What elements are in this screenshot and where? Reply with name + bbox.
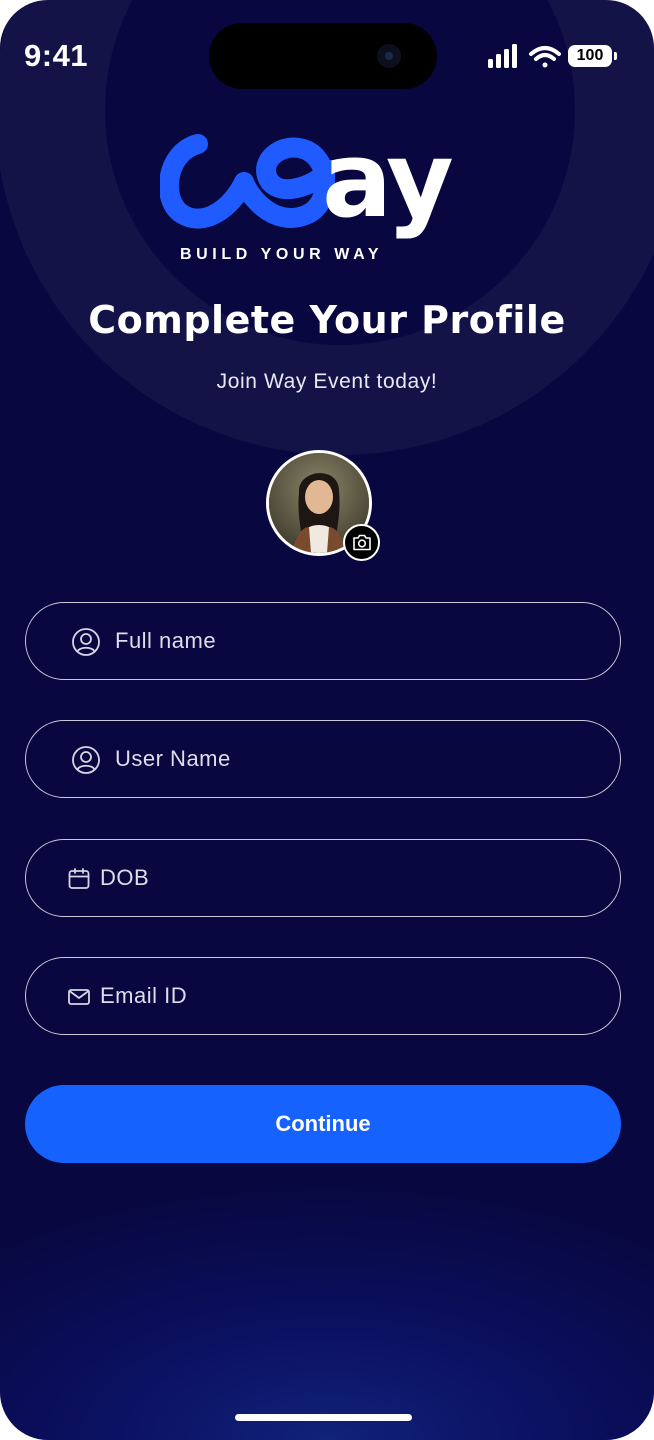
dob-input[interactable] <box>100 840 580 915</box>
front-camera <box>377 44 401 68</box>
full-name-input[interactable] <box>115 603 595 678</box>
continue-button[interactable]: Continue <box>25 1085 621 1163</box>
page-subtitle: Join Way Event today! <box>216 370 438 393</box>
user-name-field[interactable] <box>25 720 621 798</box>
calendar-icon <box>68 868 90 889</box>
battery-tip <box>614 52 617 60</box>
user-name-input[interactable] <box>115 721 595 796</box>
battery-icon: 100 <box>568 45 612 67</box>
user-circle-icon <box>72 746 100 774</box>
dynamic-island <box>209 23 437 89</box>
cellular-signal-icon <box>488 44 517 68</box>
email-input[interactable] <box>100 958 580 1033</box>
logo-wordmark: ay <box>322 119 454 241</box>
email-field[interactable] <box>25 957 621 1035</box>
mail-icon <box>68 989 90 1005</box>
logo-tagline: BUILD YOUR WAY <box>180 246 384 263</box>
camera-icon <box>353 534 371 551</box>
phone-screen: 9:41 100 ay BUILD YOUR WAY Complete Your… <box>0 0 654 1440</box>
wifi-icon <box>529 46 561 68</box>
change-photo-button[interactable] <box>343 524 380 561</box>
w-swirl-logo <box>160 134 335 229</box>
page-title: Complete Your Profile <box>88 298 566 342</box>
dob-field[interactable] <box>25 839 621 917</box>
status-time: 9:41 <box>24 38 89 73</box>
full-name-field[interactable] <box>25 602 621 680</box>
user-circle-icon <box>72 628 100 656</box>
status-icons <box>488 44 561 68</box>
home-indicator[interactable] <box>235 1414 412 1421</box>
